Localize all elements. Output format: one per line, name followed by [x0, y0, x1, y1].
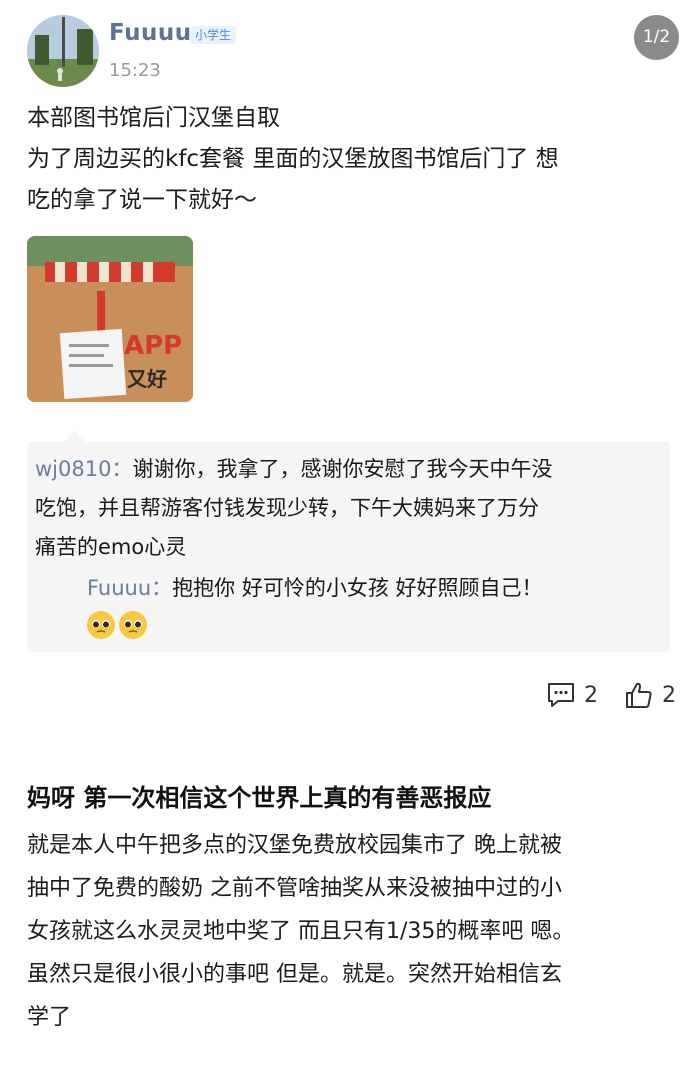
comment-colon: ： — [111, 457, 133, 481]
reply-text: 抱抱你 好可怜的小女孩 好好照顾自己！ — [172, 576, 543, 600]
emoji-row — [87, 607, 662, 639]
avatar[interactable] — [27, 15, 99, 87]
username[interactable]: Fuuuu — [109, 20, 192, 46]
comment-text-line: 吃饱，并且帮游客付钱发现少转，下午大姨妈来了万分 — [35, 496, 539, 520]
post-text: 本部图书馆后门汉堡自取 为了周边买的kfc套餐 里面的汉堡放图书馆后门了 想 吃… — [27, 98, 677, 221]
post-image[interactable]: APP 又好 — [27, 236, 193, 402]
bag-text: 又好 — [127, 367, 167, 391]
pleading-face-emoji-icon — [87, 611, 115, 639]
comment-text-line: 谢谢你，我拿了，感谢你安慰了我今天中午没 — [132, 457, 553, 481]
post2-line: 虽然只是很小很小的事吧 但是。就是。突然开始相信玄 — [27, 962, 562, 987]
kfc-bag-image: APP 又好 — [27, 236, 193, 402]
comment-box: wj0810：谢谢你，我拿了，感谢你安慰了我今天中午没 吃饱，并且帮游客付钱发现… — [27, 442, 670, 652]
post2-body: 就是本人中午把多点的汉堡免费放校园集市了 晚上就被 抽中了免费的酸奶 之前不管啥… — [27, 824, 677, 1039]
post-line: 吃的拿了说一下就好～ — [27, 187, 257, 213]
post-time: 15:23 — [109, 60, 161, 81]
comment-count: 2 — [584, 682, 598, 708]
reply-colon: ： — [151, 576, 173, 600]
post-line: 本部图书馆后门汉堡自取 — [27, 105, 280, 131]
comment-user[interactable]: wj0810 — [35, 457, 111, 481]
post2-line: 抽中了免费的酸奶 之前不管啥抽奖从来没被抽中过的小 — [27, 876, 562, 901]
comment-reply[interactable]: Fuuuu：抱抱你 好可怜的小女孩 好好照顾自己！ — [87, 570, 662, 639]
post-line: 为了周边买的kfc套餐 里面的汉堡放图书馆后门了 想 — [27, 146, 559, 172]
post2-title: 妈呀 第一次相信这个世界上真的有善恶报应 — [27, 784, 492, 812]
comment-button[interactable]: 2 — [546, 681, 598, 709]
post2-line: 学了 — [27, 1005, 72, 1030]
comment-arrow — [64, 430, 86, 442]
reply-user[interactable]: Fuuuu — [87, 576, 151, 600]
like-count: 2 — [662, 682, 676, 708]
comment-icon — [548, 683, 574, 707]
post2-line: 就是本人中午把多点的汉堡免费放校园集市了 晚上就被 — [27, 833, 562, 858]
comment[interactable]: wj0810：谢谢你，我拿了，感谢你安慰了我今天中午没 吃饱，并且帮游客付钱发现… — [35, 450, 663, 567]
avatar-photo — [27, 15, 99, 87]
comment-text-line: 痛苦的emo心灵 — [35, 535, 187, 559]
thumbs-up-icon — [626, 682, 652, 708]
user-badge: 小学生 — [190, 26, 237, 44]
page-indicator: 1/2 — [634, 15, 679, 60]
post2-line: 女孩就这么水灵灵地中奖了 而且只有1/35的概率吧 嗯。 — [27, 919, 575, 944]
pleading-face-emoji-icon — [119, 611, 147, 639]
bag-text-app: APP — [124, 331, 182, 361]
like-button[interactable]: 2 — [624, 680, 676, 710]
action-bar: 2 2 — [546, 680, 676, 710]
